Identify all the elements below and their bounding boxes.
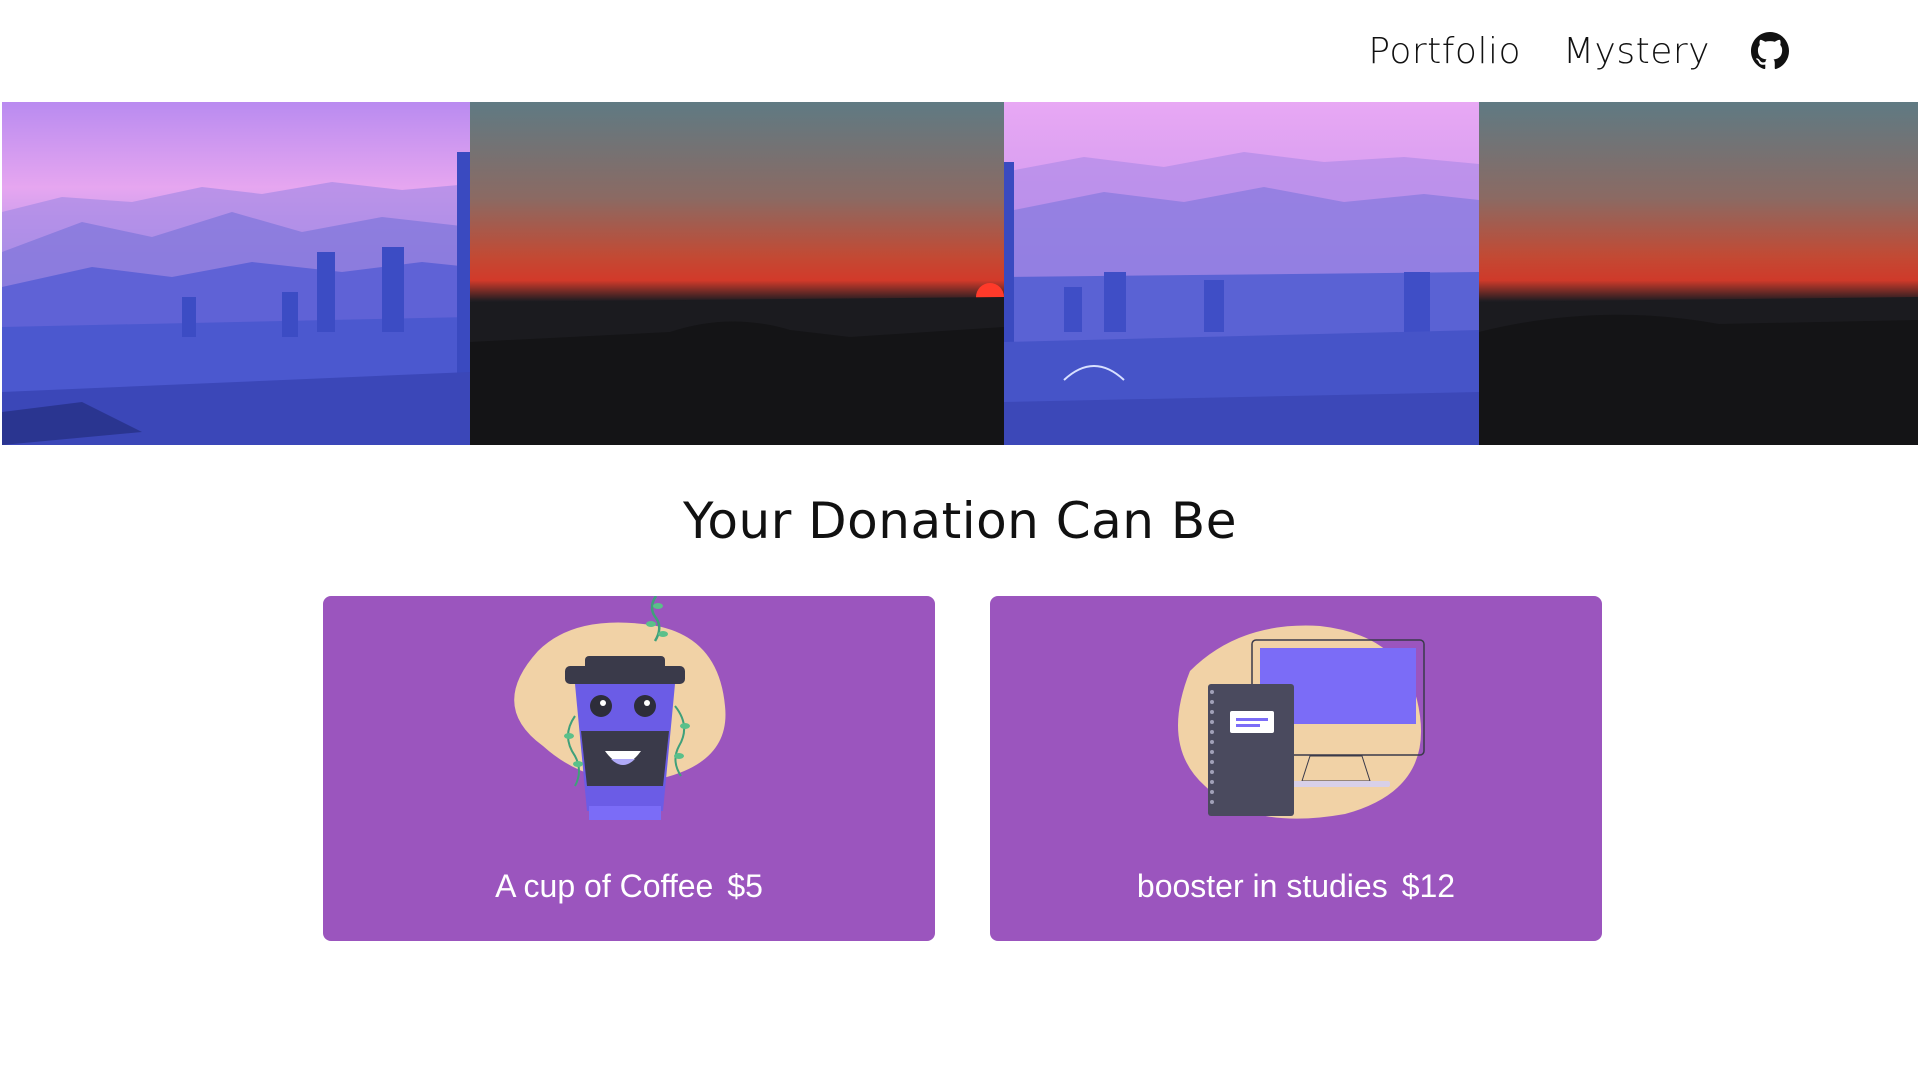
donation-card-caption: A cup of Coffee $5 bbox=[323, 868, 935, 905]
banner-image-city-2 bbox=[1004, 102, 1479, 445]
donation-card-studies[interactable]: booster in studies $12 bbox=[990, 596, 1602, 941]
nav-link-portfolio[interactable]: Portfolio bbox=[1368, 31, 1521, 72]
top-nav: Portfolio Mystery bbox=[0, 0, 1920, 102]
donation-heading: Your Donation Can Be bbox=[683, 492, 1237, 550]
donation-card-coffee[interactable]: A cup of Coffee $5 bbox=[323, 596, 935, 941]
donation-card-title: A cup of Coffee bbox=[495, 868, 714, 904]
computer-notebook-illustration bbox=[1178, 625, 1425, 819]
coffee-cup-illustration bbox=[514, 596, 726, 820]
nav-link-mystery[interactable]: Mystery bbox=[1563, 31, 1710, 72]
donation-card-title: booster in studies bbox=[1136, 868, 1388, 904]
donation-card-price: $12 bbox=[1401, 868, 1456, 904]
banner-image-city bbox=[2, 102, 470, 445]
banner-image-sunset bbox=[470, 102, 1004, 445]
donation-card-price: $5 bbox=[727, 868, 763, 904]
hero-banner bbox=[2, 102, 1918, 445]
page: Portfolio Mystery Your Donation Can Be A… bbox=[0, 0, 1920, 1080]
github-icon[interactable] bbox=[1750, 31, 1790, 71]
banner-image-sunset-2 bbox=[1479, 102, 1918, 445]
donation-card-caption: booster in studies $12 bbox=[990, 868, 1602, 905]
